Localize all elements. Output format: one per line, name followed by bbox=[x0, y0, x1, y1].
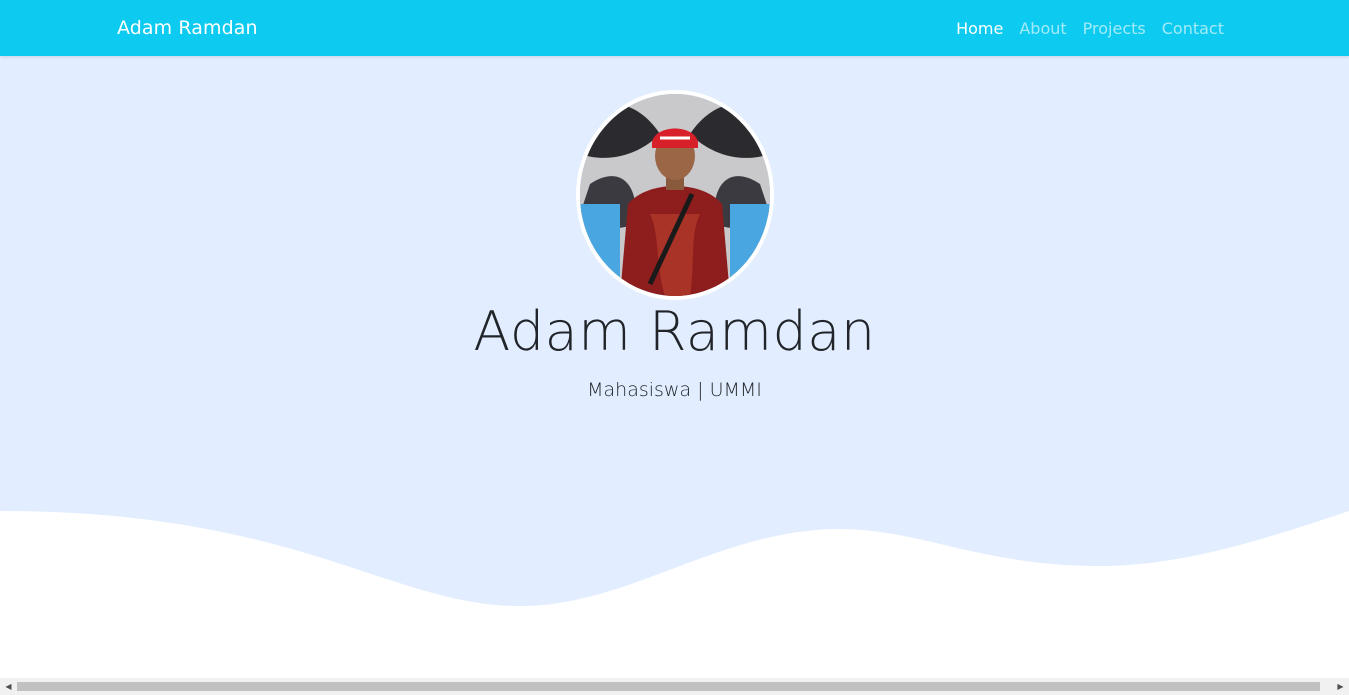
scrollbar-thumb[interactable] bbox=[17, 682, 1320, 691]
triangle-left-icon[interactable]: ◀ bbox=[0, 678, 17, 695]
horizontal-scrollbar[interactable]: ◀ ▶ bbox=[0, 678, 1349, 695]
hero-subtitle: Mahasiswa | UMMI bbox=[587, 379, 762, 401]
nav-links: Home About Projects Contact bbox=[956, 19, 1224, 38]
nav-link-contact[interactable]: Contact bbox=[1162, 19, 1224, 38]
nav-link-home[interactable]: Home bbox=[956, 19, 1003, 38]
nav-link-about[interactable]: About bbox=[1019, 19, 1066, 38]
hero-name: Adam Ramdan bbox=[473, 300, 876, 363]
hero-section: Adam Ramdan Mahasiswa | UMMI bbox=[0, 56, 1349, 616]
profile-avatar bbox=[576, 90, 774, 300]
navbar-brand[interactable]: Adam Ramdan bbox=[117, 17, 258, 39]
navbar: Adam Ramdan Home About Projects Contact bbox=[0, 0, 1349, 56]
triangle-right-icon[interactable]: ▶ bbox=[1332, 678, 1349, 695]
nav-link-projects[interactable]: Projects bbox=[1083, 19, 1146, 38]
